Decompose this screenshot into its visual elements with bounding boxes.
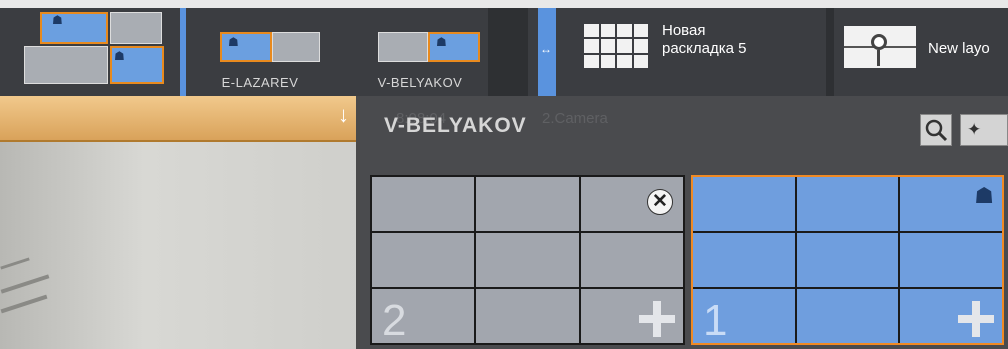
- layout-cell: [372, 177, 475, 231]
- layout-item-v-belyakov[interactable]: ☗ V-BELYAKOV: [356, 8, 484, 96]
- layout-cell: [580, 233, 683, 287]
- camera-view: [0, 142, 360, 349]
- home-icon: ☗: [974, 183, 994, 208]
- new-layout-label: New layo: [928, 40, 990, 57]
- toolbar-gap: [826, 8, 834, 96]
- new-layout[interactable]: New layo: [838, 8, 1008, 96]
- pin-icon: ✦: [967, 120, 982, 139]
- home-icon: ☗: [114, 49, 125, 63]
- popup-title: V-BELYAKOV: [384, 114, 527, 137]
- layout-cell: [476, 233, 579, 287]
- layouts-toolbar: ☗ ☗ ☗ E-LAZAREV ☗ V-BELYAKOV ↔ Новая рас…: [0, 8, 1008, 96]
- grid-layout-icon: [584, 24, 648, 68]
- layout-label: E-LAZAREV: [221, 75, 299, 90]
- video-object: [0, 257, 30, 270]
- layout-thumb-cell: [110, 12, 162, 44]
- monitor-layout-2[interactable]: ✕ 2: [370, 175, 685, 345]
- add-icon[interactable]: [639, 301, 675, 337]
- layout-cell: [796, 289, 899, 343]
- layout-thumb-cell: [24, 46, 108, 84]
- close-icon[interactable]: ✕: [647, 189, 673, 215]
- layout-cell: [796, 177, 899, 231]
- layout-cell: ☗: [900, 177, 1002, 231]
- layout-thumb-cell: [272, 32, 320, 62]
- toolbar-gap: [488, 8, 528, 96]
- monitor-select-popup: 8:08:04 2.Camera V-BELYAKOV ✦ ✕ 2 ☗ 1: [360, 96, 1008, 349]
- layout-cell: [476, 289, 579, 343]
- layout-item-e-lazarev[interactable]: ☗ E-LAZAREV: [188, 8, 352, 96]
- layout-thumb-cell: [40, 12, 108, 44]
- pin-button[interactable]: ✦: [960, 114, 1008, 146]
- layout-item-home[interactable]: ☗ ☗: [14, 8, 174, 96]
- monitor-number: 2: [382, 296, 407, 345]
- layout-cell: [476, 177, 579, 231]
- layout-cell: [796, 233, 899, 287]
- layout-cell: [372, 233, 475, 287]
- expand-icon: ↔: [540, 42, 552, 56]
- monitor-number: 1: [703, 296, 728, 345]
- video-object: [0, 274, 50, 294]
- camera-title-bar: ↓: [0, 96, 358, 142]
- layout-label: V-BELYAKOV: [377, 75, 463, 90]
- layout-cell: [900, 289, 1002, 343]
- new-layout-5[interactable]: Новая раскладка 5: [574, 8, 824, 96]
- layout-cell: [900, 233, 1002, 287]
- layout-cell: ✕: [580, 177, 683, 231]
- add-icon[interactable]: [957, 301, 994, 337]
- home-icon: ☗: [436, 35, 447, 49]
- layout-thumb-cell: [378, 32, 428, 62]
- download-arrow-icon[interactable]: ↓: [338, 102, 349, 128]
- ghost-camera: 2.Camera: [542, 110, 608, 127]
- video-object: [0, 294, 48, 314]
- layout-cell: 1: [693, 289, 795, 343]
- layout-cell: [693, 233, 795, 287]
- search-button[interactable]: [920, 114, 952, 146]
- search-icon: [925, 119, 948, 142]
- monitor-layout-1[interactable]: ☗ 1: [691, 175, 1004, 345]
- layout-cell: 2: [372, 289, 475, 345]
- expand-button[interactable]: ↔: [538, 8, 556, 96]
- top-strip: [0, 0, 1008, 8]
- layout-cell: [693, 177, 795, 231]
- home-icon: ☗: [52, 13, 63, 27]
- home-icon: ☗: [228, 35, 239, 49]
- layout-cell: [580, 289, 683, 343]
- new-layout-label: Новая раскладка 5: [662, 22, 747, 57]
- map-layout-icon: [844, 26, 916, 68]
